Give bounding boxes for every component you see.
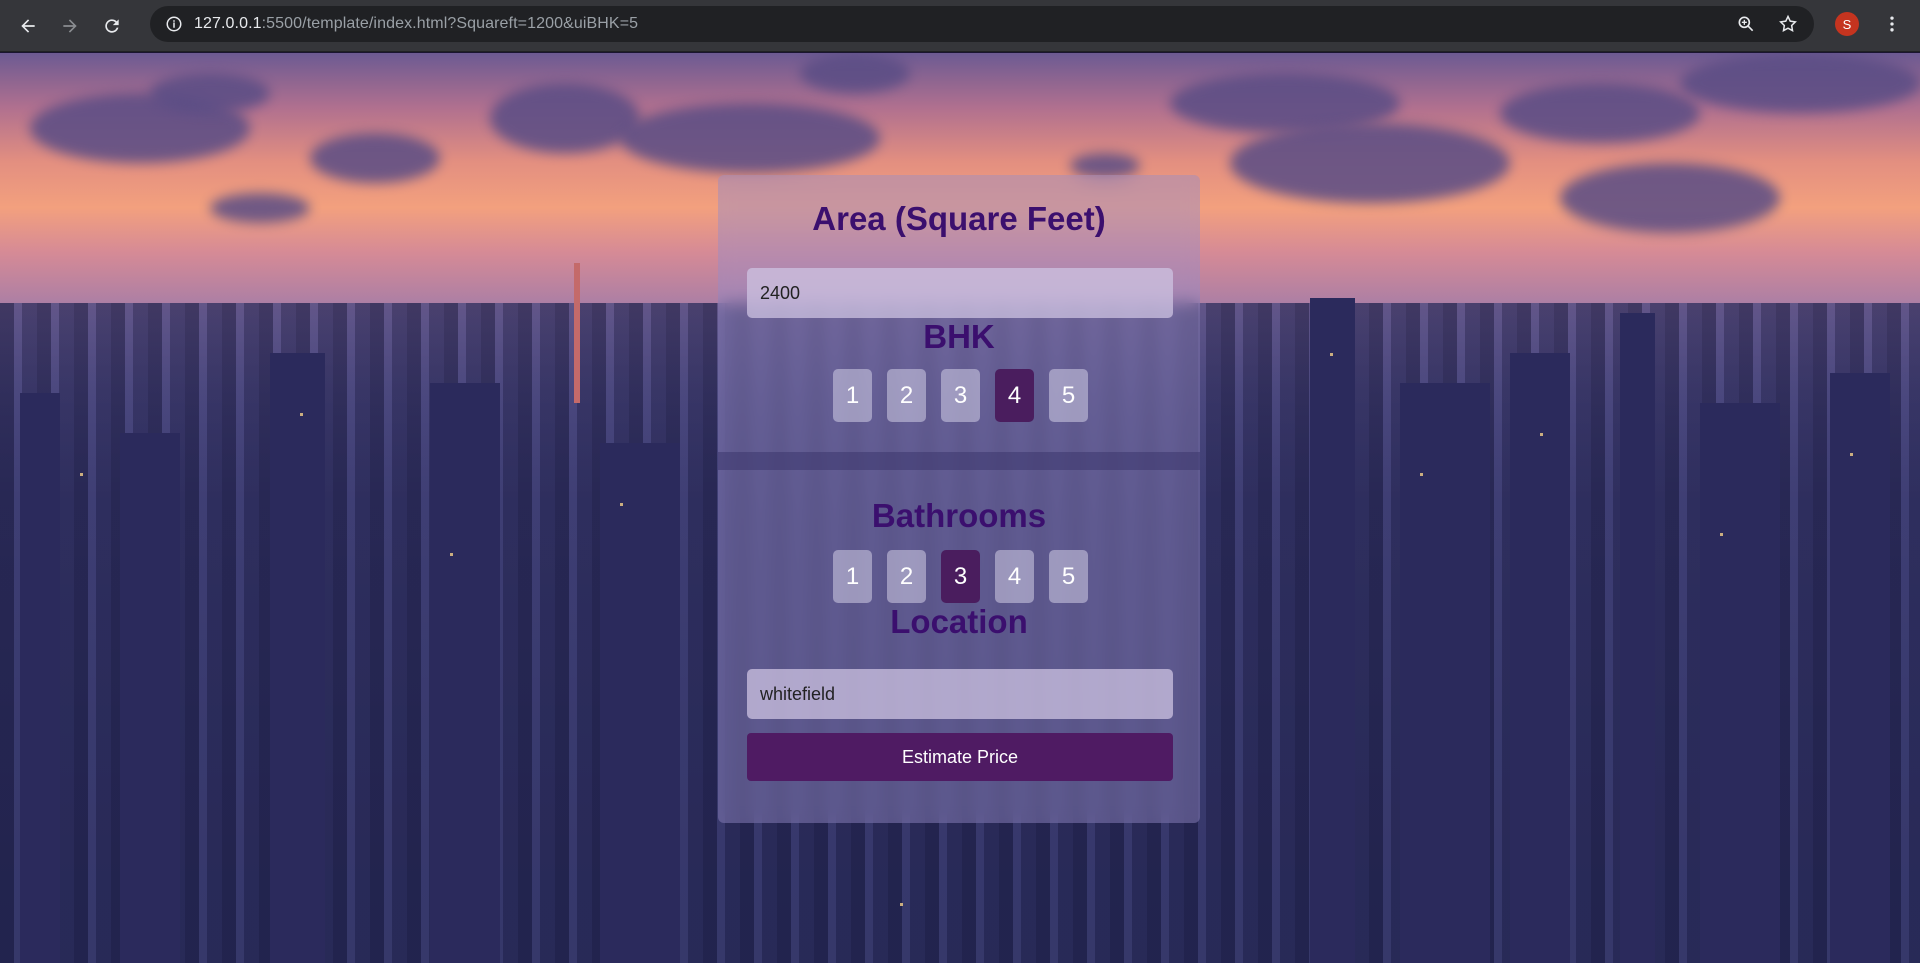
bhk-option-1[interactable]: 1 bbox=[833, 369, 872, 422]
profile-avatar[interactable]: S bbox=[1835, 12, 1859, 36]
bath-option-3[interactable]: 3 bbox=[941, 550, 980, 603]
bhk-options: 1 2 3 4 5 bbox=[833, 369, 1088, 422]
window-light bbox=[620, 503, 623, 506]
cloud bbox=[150, 73, 270, 113]
bathroom-options: 1 2 3 4 5 bbox=[833, 550, 1088, 603]
location-title: Location bbox=[890, 603, 1028, 640]
window-light bbox=[1420, 473, 1423, 476]
building bbox=[600, 443, 680, 963]
window-light bbox=[80, 473, 83, 476]
window-light bbox=[300, 413, 303, 416]
bhk-option-2[interactable]: 2 bbox=[887, 369, 926, 422]
back-arrow-icon bbox=[21, 18, 35, 33]
card-divider bbox=[718, 452, 1200, 470]
browser-toolbar: 127.0.0.1:5500/template/index.html?Squar… bbox=[0, 0, 1920, 52]
building bbox=[270, 353, 325, 963]
site-info-icon[interactable] bbox=[156, 6, 192, 42]
window-light bbox=[1850, 453, 1853, 456]
building bbox=[1620, 313, 1655, 963]
building bbox=[1400, 383, 1490, 963]
window-light bbox=[1720, 533, 1723, 536]
bathrooms-title: Bathrooms bbox=[871, 497, 1047, 534]
building bbox=[430, 383, 500, 963]
zoom-icon[interactable] bbox=[1730, 8, 1762, 40]
address-bar[interactable]: 127.0.0.1:5500/template/index.html?Squar… bbox=[150, 6, 1814, 42]
window-light bbox=[1540, 433, 1543, 436]
more-vert-icon bbox=[1890, 16, 1894, 32]
building bbox=[1700, 403, 1780, 963]
back-button[interactable] bbox=[10, 8, 46, 44]
building bbox=[20, 393, 60, 963]
area-title: Area (Square Feet) bbox=[812, 200, 1106, 237]
browser-menu-button[interactable] bbox=[1876, 8, 1908, 40]
window-light bbox=[900, 903, 903, 906]
cloud bbox=[620, 103, 880, 173]
bhk-option-5[interactable]: 5 bbox=[1049, 369, 1088, 422]
bath-option-5[interactable]: 5 bbox=[1049, 550, 1088, 603]
cloud bbox=[310, 133, 440, 183]
building bbox=[574, 263, 580, 403]
cloud bbox=[490, 83, 640, 153]
bath-option-2[interactable]: 2 bbox=[887, 550, 926, 603]
cloud bbox=[800, 53, 910, 93]
bath-option-4[interactable]: 4 bbox=[995, 550, 1034, 603]
cloud bbox=[210, 193, 310, 223]
bhk-option-4[interactable]: 4 bbox=[995, 369, 1034, 422]
building bbox=[120, 433, 180, 963]
bath-option-1[interactable]: 1 bbox=[833, 550, 872, 603]
forward-button[interactable] bbox=[52, 8, 88, 44]
reload-button[interactable] bbox=[94, 8, 130, 44]
bhk-option-3[interactable]: 3 bbox=[941, 369, 980, 422]
bookmark-star-icon[interactable] bbox=[1772, 8, 1804, 40]
location-input[interactable]: whitefield bbox=[747, 669, 1173, 719]
url-host: 127.0.0.1 bbox=[194, 15, 262, 32]
area-input[interactable]: 2400 bbox=[747, 268, 1173, 318]
window-light bbox=[1330, 353, 1333, 356]
reload-icon bbox=[105, 18, 119, 33]
building bbox=[1510, 353, 1570, 963]
cloud bbox=[1680, 53, 1920, 113]
url-path: :5500/template/index.html?Squareft=1200&… bbox=[261, 15, 639, 32]
bhk-title: BHK bbox=[923, 318, 995, 355]
building bbox=[1310, 298, 1355, 963]
cloud bbox=[1230, 123, 1510, 203]
cloud bbox=[1560, 163, 1780, 233]
forward-arrow-icon bbox=[63, 18, 77, 33]
url-text[interactable]: 127.0.0.1:5500/template/index.html?Squar… bbox=[194, 15, 638, 33]
estimate-price-button[interactable]: Estimate Price bbox=[747, 733, 1173, 781]
building bbox=[1830, 373, 1890, 963]
cloud bbox=[1500, 83, 1700, 143]
window-light bbox=[450, 553, 453, 556]
